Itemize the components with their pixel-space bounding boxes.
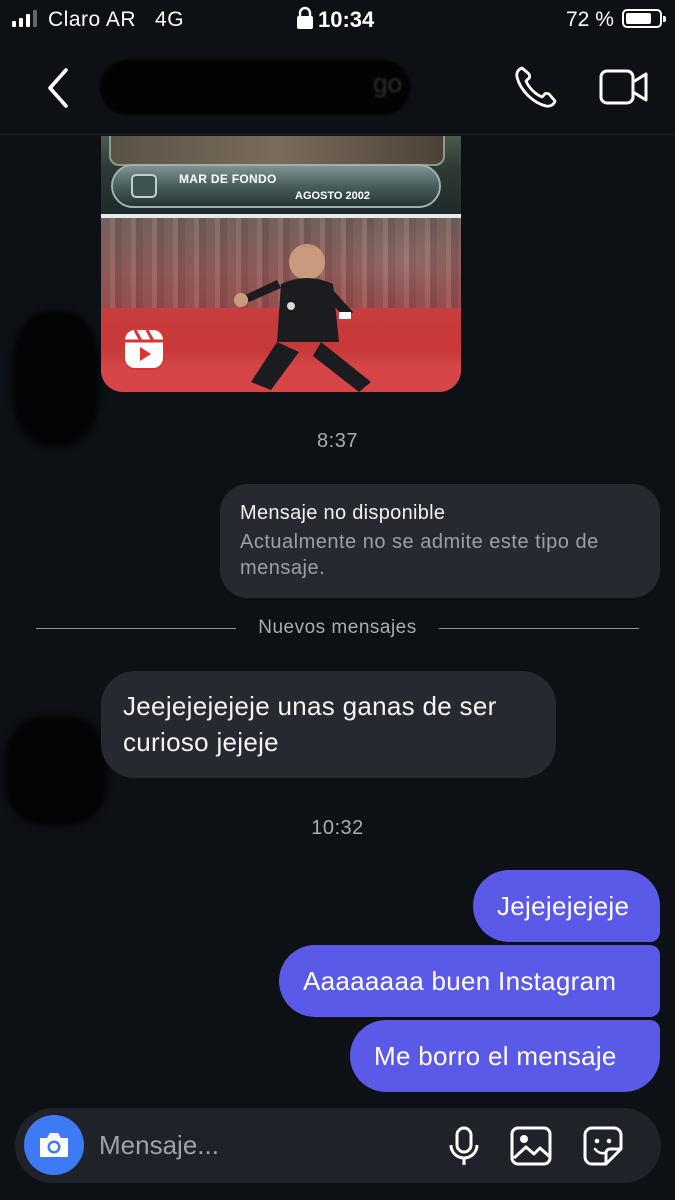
incoming-message-bubble[interactable]: Jeejejejejeje unas ganas de ser curioso … xyxy=(101,671,556,778)
contact-name-redacted[interactable]: go xyxy=(100,60,410,115)
chat-header: go xyxy=(0,40,675,135)
battery-percentage: 72 % xyxy=(566,8,614,31)
outgoing-message-bubble[interactable]: Me borro el mensaje xyxy=(350,1020,660,1092)
carrier-label: Claro AR 4G xyxy=(48,8,185,31)
avatar-redacted xyxy=(12,311,100,446)
camera-button[interactable] xyxy=(24,1115,84,1175)
reel-caption-title: MAR DE FONDO xyxy=(179,172,277,186)
camera-icon xyxy=(40,1133,68,1157)
image-icon[interactable] xyxy=(510,1125,552,1167)
clock: 10:34 xyxy=(318,7,375,32)
message-composer xyxy=(15,1108,661,1183)
sticker-icon[interactable] xyxy=(582,1125,624,1167)
signal-strength-icon xyxy=(12,9,37,27)
status-bar: Claro AR 4G 10:34 72 % xyxy=(0,0,675,40)
message-thread[interactable]: MAR DE FONDO AGOSTO 2002 8:37 Mensaje no… xyxy=(0,136,675,1106)
new-messages-label: Nuevos mensajes xyxy=(258,617,417,638)
microphone-icon[interactable] xyxy=(443,1125,485,1167)
unsupported-message-bubble[interactable]: Mensaje no disponible Actualmente no se … xyxy=(220,484,660,598)
outgoing-message-bubble[interactable]: Aaaaaaaa buen Instagram xyxy=(279,945,660,1017)
contact-name-partial: go xyxy=(373,68,402,98)
reel-thumbnail-top: MAR DE FONDO AGOSTO 2002 xyxy=(101,136,461,214)
reels-icon xyxy=(123,328,165,370)
shared-reel-preview[interactable]: MAR DE FONDO AGOSTO 2002 xyxy=(101,136,461,392)
unsupported-message-body: Actualmente no se admite este tipo de me… xyxy=(240,531,599,579)
outgoing-message-bubble[interactable]: Jejejejejeje xyxy=(473,870,660,942)
orientation-lock-icon xyxy=(297,6,313,29)
phone-icon[interactable] xyxy=(513,64,559,110)
incoming-message-text: Jeejejejejeje unas ganas de ser curioso … xyxy=(123,691,497,757)
message-timestamp: 10:32 xyxy=(311,817,364,839)
chevron-left-icon[interactable] xyxy=(40,64,76,112)
message-input[interactable] xyxy=(99,1124,419,1166)
message-timestamp: 8:37 xyxy=(317,430,358,452)
video-camera-icon[interactable] xyxy=(598,66,650,108)
battery-icon xyxy=(622,9,666,28)
referee-figure xyxy=(234,244,371,392)
unsupported-message-title: Mensaje no disponible xyxy=(240,502,446,524)
network-type: 4G xyxy=(155,8,185,31)
avatar-redacted xyxy=(4,716,108,826)
reel-caption-date: AGOSTO 2002 xyxy=(295,190,370,202)
new-messages-divider: Nuevos mensajes xyxy=(36,617,639,641)
